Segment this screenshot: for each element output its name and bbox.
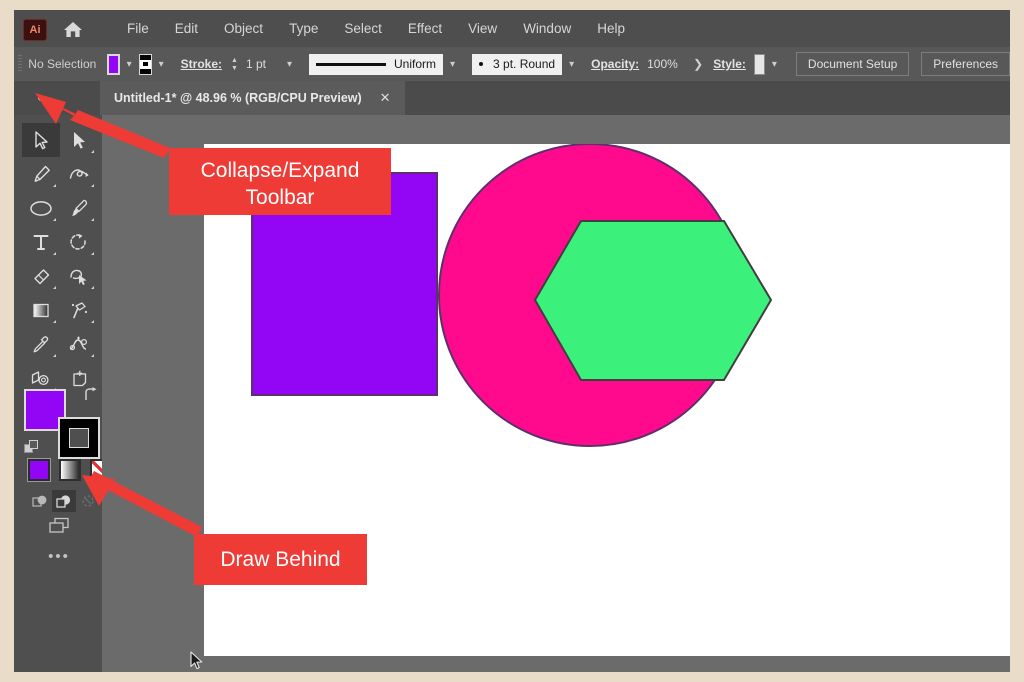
- stroke-profile-select[interactable]: Uniform: [308, 53, 443, 75]
- edit-toolbar-icon[interactable]: •••: [46, 549, 72, 565]
- graphic-style-swatch[interactable]: [753, 53, 765, 75]
- default-fill-stroke-icon[interactable]: [24, 440, 39, 455]
- mouse-pointer-icon: [190, 651, 204, 671]
- brush-definition-chevron-down-icon[interactable]: ▾: [562, 59, 581, 70]
- round-brush-icon: [479, 62, 484, 66]
- stroke-swatch[interactable]: [58, 417, 100, 459]
- color-fill-button[interactable]: [27, 458, 51, 482]
- close-icon[interactable]: ✕: [380, 90, 391, 106]
- illustrator-window: Ai File Edit Object Type Select Effect V…: [14, 10, 1010, 672]
- tool-flyout-indicator: [53, 320, 56, 323]
- document-setup-button[interactable]: Document Setup: [795, 52, 910, 76]
- menu-bar: Ai File Edit Object Type Select Effect V…: [14, 10, 1010, 48]
- tool-flyout-indicator: [53, 218, 56, 221]
- eyedropper-tool[interactable]: [22, 327, 60, 361]
- swap-fill-stroke-icon[interactable]: [82, 387, 98, 403]
- tool-flyout-indicator: [91, 184, 94, 187]
- stroke-profile-label: Uniform: [393, 57, 436, 71]
- menu-window[interactable]: Window: [510, 10, 584, 47]
- style-chevron-down-icon[interactable]: ▾: [765, 59, 784, 70]
- opacity-value[interactable]: 100%: [647, 57, 681, 71]
- uniform-profile-icon: [315, 62, 386, 66]
- blend-tool[interactable]: [60, 327, 98, 361]
- opacity-chevron-right-icon[interactable]: ❯: [693, 57, 703, 71]
- shape-builder-tool[interactable]: [60, 259, 98, 293]
- tool-flyout-indicator: [91, 354, 94, 357]
- ellipse-tool[interactable]: [22, 191, 60, 225]
- style-label: Style:: [713, 57, 746, 71]
- eraser-tool[interactable]: [22, 259, 60, 293]
- type-tool[interactable]: [22, 225, 60, 259]
- stroke-inner: [69, 428, 89, 448]
- menu-help[interactable]: Help: [584, 10, 638, 47]
- screenshot-frame: Ai File Edit Object Type Select Effect V…: [0, 0, 1024, 682]
- app-logo-icon: Ai: [23, 19, 47, 41]
- stroke-weight-stepper[interactable]: ▲ ▼: [231, 57, 238, 72]
- menu-file[interactable]: File: [114, 10, 162, 47]
- stroke-weight-value[interactable]: 1 pt: [246, 57, 280, 71]
- brush-definition-label: 3 pt. Round: [493, 57, 556, 71]
- stroke-color-swatch[interactable]: [138, 53, 152, 75]
- tool-flyout-indicator: [91, 252, 94, 255]
- draw-behind-callout: Draw Behind: [194, 534, 367, 585]
- preferences-button[interactable]: Preferences: [921, 52, 1010, 76]
- tool-flyout-indicator: [53, 286, 56, 289]
- stroke-profile-chevron-down-icon[interactable]: ▾: [443, 59, 462, 70]
- stroke-weight-chevron-down-icon[interactable]: ▾: [280, 59, 299, 70]
- default-stroke-square: [29, 440, 38, 449]
- draw-behind-arrow: [82, 471, 202, 537]
- symbol-sprayer-tool[interactable]: [60, 293, 98, 327]
- paintbrush-tool[interactable]: [60, 191, 98, 225]
- menu-effect[interactable]: Effect: [395, 10, 455, 47]
- draw-normal-button[interactable]: [28, 490, 52, 512]
- gradient-tool[interactable]: [22, 293, 60, 327]
- menu-select[interactable]: Select: [331, 10, 395, 47]
- stroke-weight-label: Stroke:: [180, 57, 223, 71]
- menu-object[interactable]: Object: [211, 10, 276, 47]
- control-bar: No Selection ▾ ▾ Stroke: ▲ ▼ 1 pt ▾ Unifo…: [14, 47, 1010, 82]
- home-icon[interactable]: [62, 19, 84, 39]
- tool-flyout-indicator: [91, 320, 94, 323]
- rotate-tool[interactable]: [60, 225, 98, 259]
- collapse-expand-toolbar-callout: Collapse/Expand Toolbar: [169, 148, 391, 215]
- control-bar-grip[interactable]: [18, 55, 23, 73]
- tool-flyout-indicator: [91, 218, 94, 221]
- tool-flyout-indicator: [91, 286, 94, 289]
- collapse-toolbar-arrow: [35, 93, 170, 158]
- fill-chevron-down-icon[interactable]: ▾: [120, 59, 139, 70]
- tool-flyout-indicator: [53, 354, 56, 357]
- brush-definition-select[interactable]: 3 pt. Round: [472, 53, 563, 75]
- opacity-label: Opacity:: [591, 57, 640, 71]
- fill-color-swatch[interactable]: [107, 53, 120, 75]
- menu-type[interactable]: Type: [276, 10, 331, 47]
- stroke-chevron-down-icon[interactable]: ▾: [152, 59, 171, 70]
- tool-flyout-indicator: [53, 252, 56, 255]
- menu-items: File Edit Object Type Select Effect View…: [114, 10, 638, 47]
- menu-view[interactable]: View: [455, 10, 510, 47]
- tools-panel: •••: [14, 115, 112, 672]
- selection-status-label: No Selection: [28, 57, 97, 71]
- menu-edit[interactable]: Edit: [162, 10, 211, 47]
- tool-flyout-indicator: [53, 184, 56, 187]
